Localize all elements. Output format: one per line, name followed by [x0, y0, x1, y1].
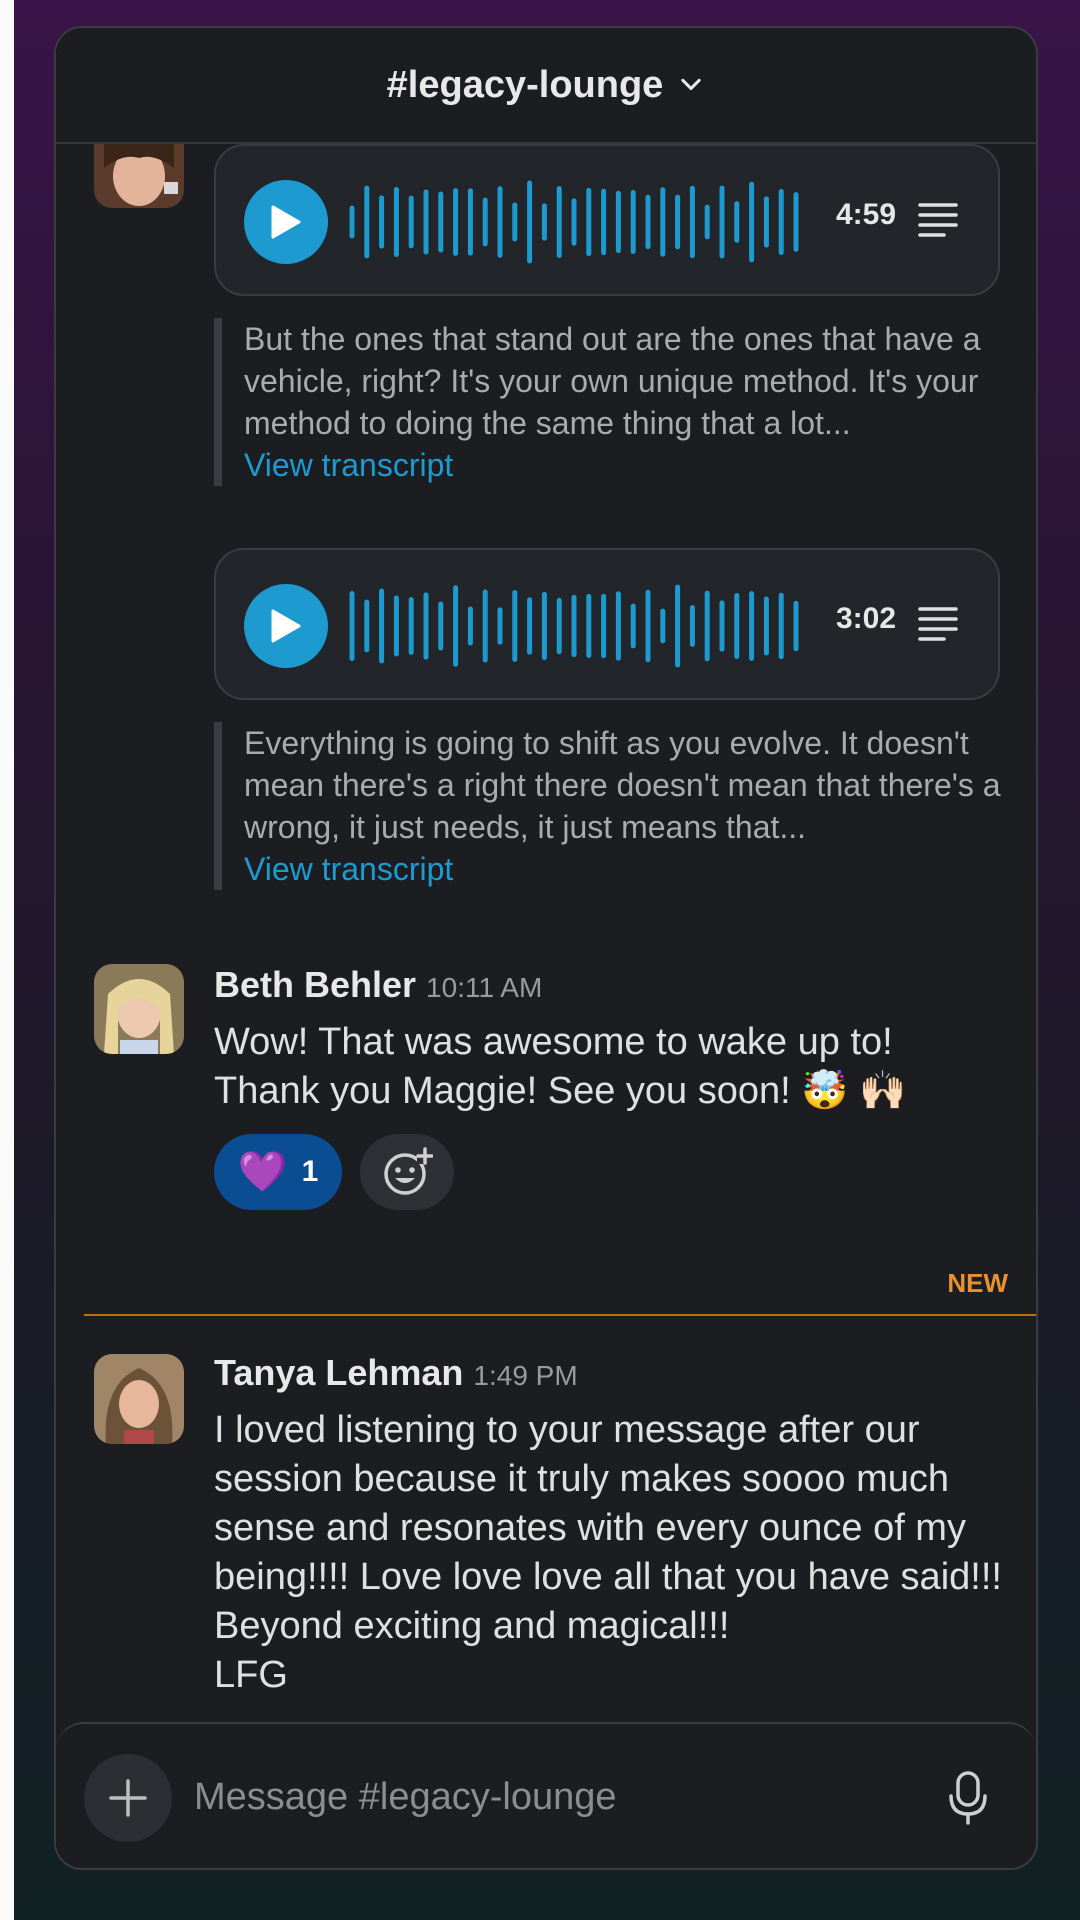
channel-panel: #legacy-lounge 4:59 But the ones that st…: [54, 26, 1038, 1870]
waveform[interactable]: [348, 584, 808, 668]
message-line: Thank you Maggie! See you soon! 🤯 🙌🏻: [214, 1070, 907, 1112]
message-header: Tanya Lehman 1:49 PM: [214, 1352, 578, 1394]
channel-name: #legacy-lounge: [386, 63, 664, 106]
add-reaction-button[interactable]: [360, 1134, 454, 1210]
chevron-down-icon: [681, 78, 701, 91]
audio-clip: 4:59: [214, 144, 1000, 296]
message-input[interactable]: [194, 1764, 894, 1830]
message-timestamp[interactable]: 1:49 PM: [473, 1360, 577, 1392]
background-edge: [0, 0, 14, 1920]
play-icon: [271, 609, 301, 643]
add-attachment-button[interactable]: [84, 1754, 172, 1842]
message-paragraph: I loved listening to your message after …: [214, 1409, 1002, 1647]
message-text: Wow! That was awesome to wake up to! Tha…: [214, 1018, 1014, 1116]
reaction-count: 1: [301, 1155, 319, 1188]
transcript-text: Everything is going to shift as you evol…: [244, 725, 1001, 845]
plus-icon: [109, 1779, 147, 1817]
message-line: Wow! That was awesome to wake up to!: [214, 1021, 893, 1063]
channel-header[interactable]: #legacy-lounge: [56, 28, 1036, 144]
author-name[interactable]: Beth Behler: [214, 964, 416, 1006]
waveform[interactable]: [348, 180, 808, 264]
play-icon: [271, 205, 301, 239]
message-header: Beth Behler 10:11 AM: [214, 964, 542, 1006]
transcript-icon[interactable]: [916, 200, 960, 240]
transcript-icon[interactable]: [916, 604, 960, 644]
avatar[interactable]: [94, 964, 184, 1054]
view-transcript-link[interactable]: View transcript: [244, 444, 1014, 486]
view-transcript-link[interactable]: View transcript: [244, 848, 1014, 890]
transcript-preview: Everything is going to shift as you evol…: [214, 722, 1014, 890]
channel-title[interactable]: #legacy-lounge: [387, 64, 706, 107]
message-composer: [56, 1722, 1036, 1868]
play-button[interactable]: [244, 180, 328, 264]
author-name[interactable]: Tanya Lehman: [214, 1352, 463, 1394]
audio-duration: 3:02: [836, 602, 897, 635]
message-line: LFG: [214, 1654, 288, 1696]
purple-heart-emoji: 💜: [237, 1150, 288, 1194]
audio-duration: 4:59: [836, 198, 897, 231]
reaction-purple-heart[interactable]: 💜 1: [214, 1134, 342, 1210]
avatar[interactable]: [94, 1354, 184, 1444]
audio-clip: 3:02: [214, 548, 1000, 700]
transcript-text: But the ones that stand out are the ones…: [244, 321, 981, 441]
add-emoji-icon: [384, 1147, 433, 1195]
new-messages-divider: [84, 1314, 1036, 1316]
message-timestamp[interactable]: 10:11 AM: [426, 972, 542, 1004]
message-text: I loved listening to your message after …: [214, 1406, 1014, 1700]
transcript-preview: But the ones that stand out are the ones…: [214, 318, 1014, 486]
microphone-icon[interactable]: [946, 1770, 990, 1826]
new-messages-label: NEW: [947, 1268, 1008, 1298]
play-button[interactable]: [244, 584, 328, 668]
